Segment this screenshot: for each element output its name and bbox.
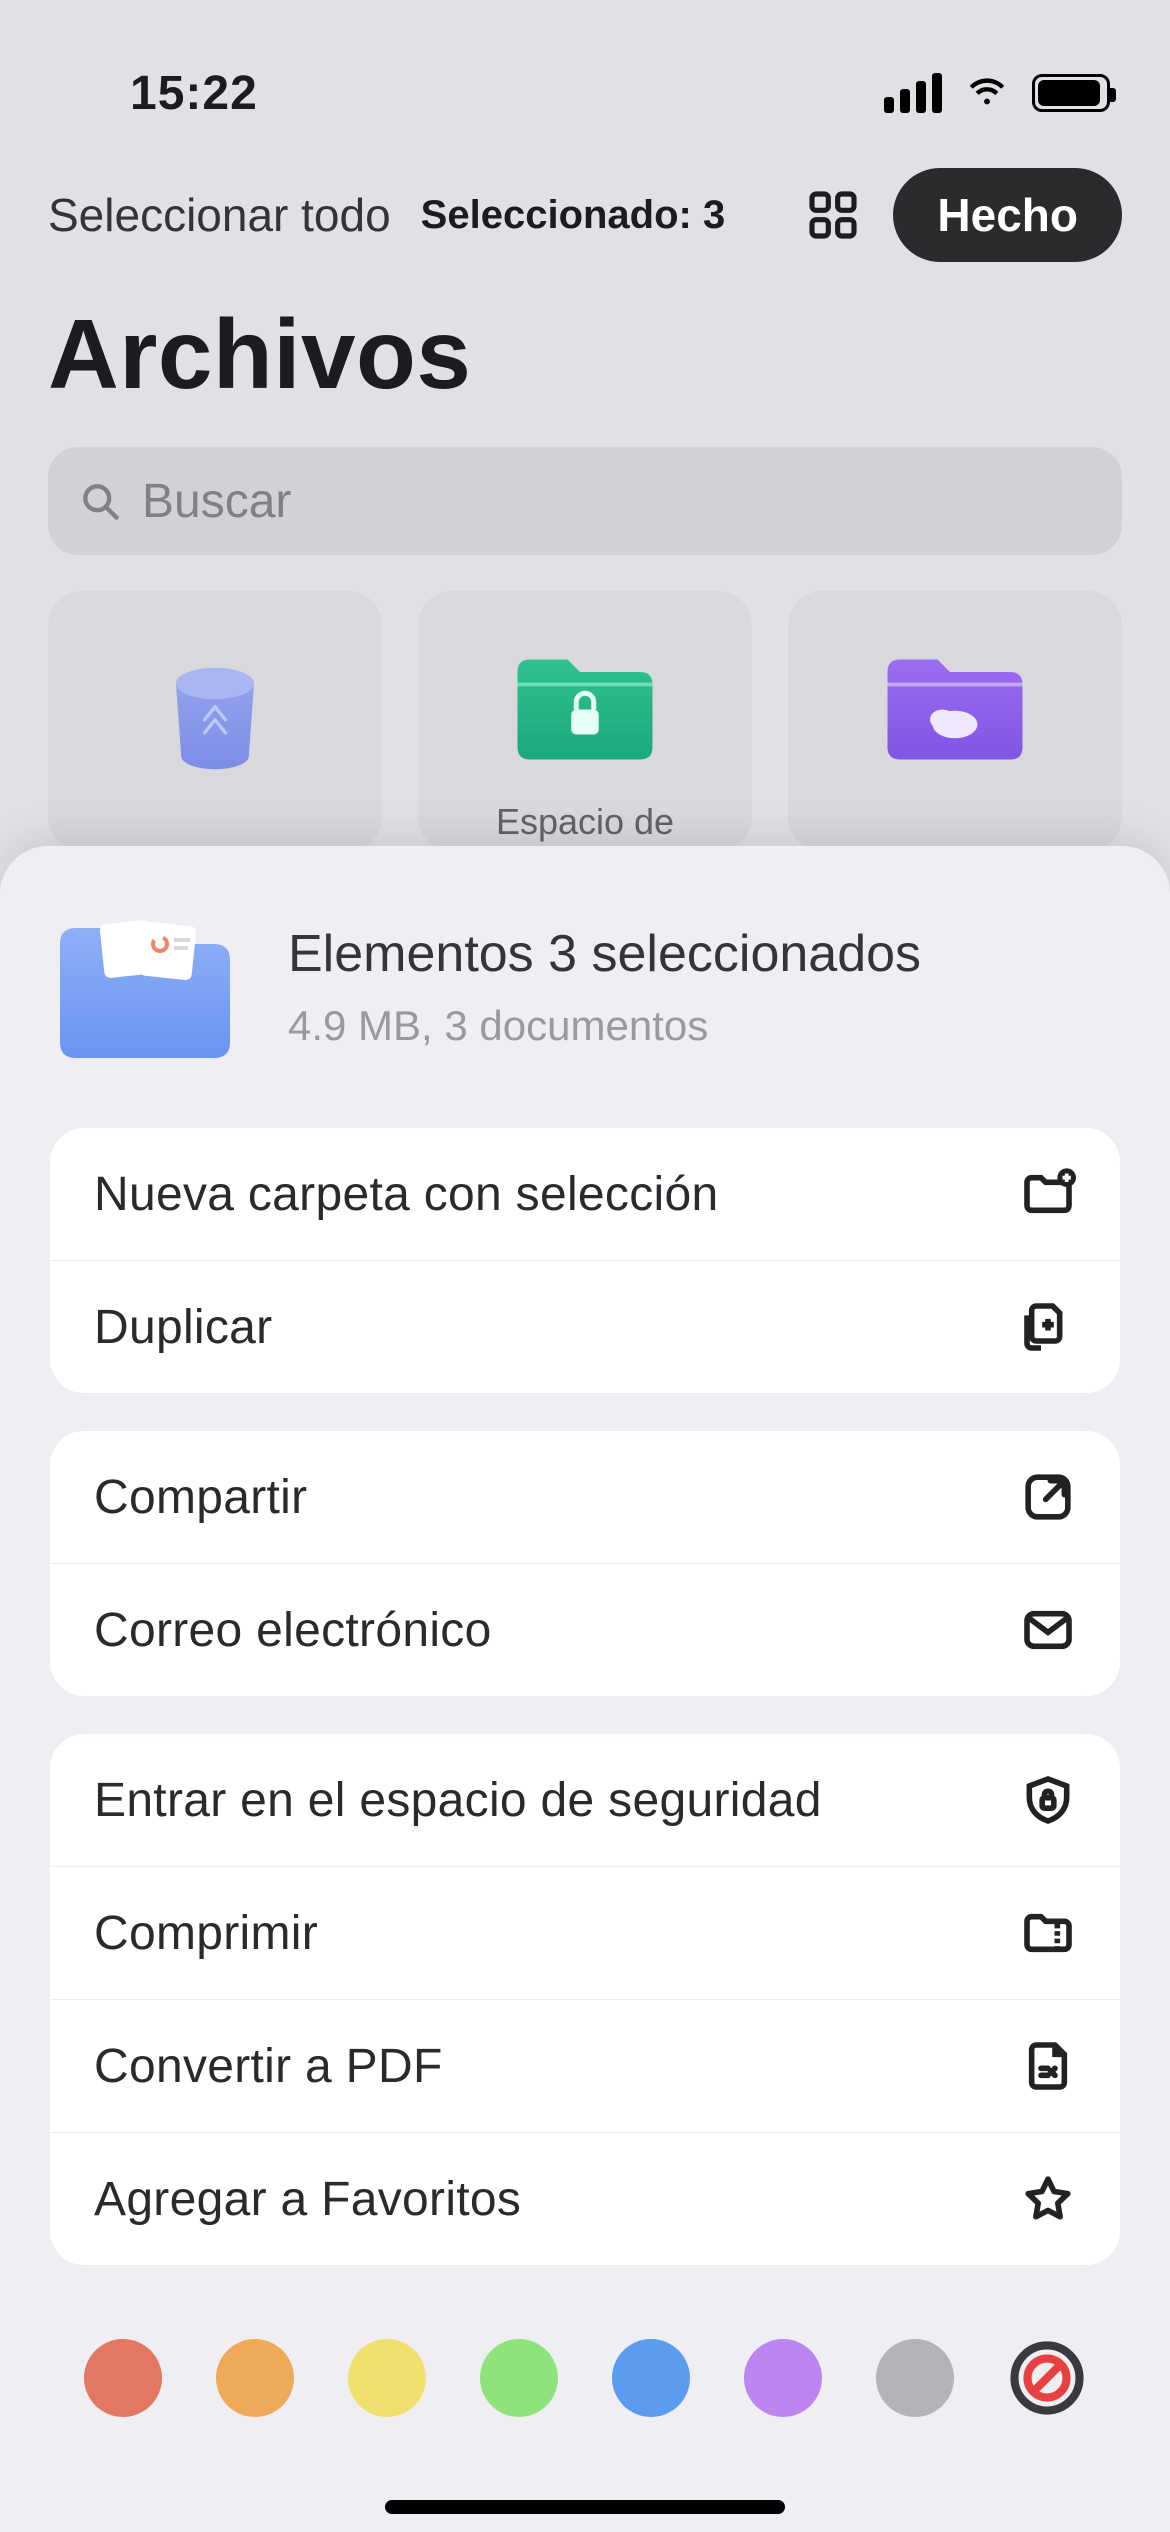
row-label: Duplicar [94,1300,272,1355]
tile-caption: Espacio de [496,801,674,843]
status-time: 15:22 [60,66,258,121]
share-icon [1020,1469,1076,1525]
shield-lock-icon [1020,1772,1076,1828]
selected-count-label: Seleccionado: 3 [421,193,726,238]
email-row[interactable]: Correo electrónico [50,1563,1120,1696]
sheet-title: Elementos 3 seleccionados [288,924,921,984]
select-all-button[interactable]: Seleccionar todo [48,188,391,242]
color-tag-red[interactable] [84,2339,162,2417]
row-label: Compartir [94,1470,307,1525]
selected-files-icon [50,902,240,1072]
page-title: Archivos [0,262,1170,435]
star-icon [1020,2171,1076,2227]
status-indicators [884,66,1110,120]
search-icon [78,479,122,523]
sheet-group-3: Entrar en el espacio de seguridad Compri… [50,1734,1120,2265]
trash-icon [150,647,280,777]
color-tag-purple[interactable] [744,2339,822,2417]
done-button[interactable]: Hecho [893,168,1122,262]
action-sheet: Elementos 3 seleccionados 4.9 MB, 3 docu… [0,846,1170,2532]
color-tags-row [50,2303,1120,2461]
row-label: Comprimir [94,1906,318,1961]
new-folder-with-selection-row[interactable]: Nueva carpeta con selección [50,1128,1120,1260]
color-tag-grey[interactable] [876,2339,954,2417]
row-label: Correo electrónico [94,1603,492,1658]
cellular-signal-icon [884,73,942,113]
convert-pdf-icon [1020,2038,1076,2094]
convert-pdf-row[interactable]: Convertir a PDF [50,1999,1120,2132]
duplicate-row[interactable]: Duplicar [50,1260,1120,1393]
home-indicator[interactable] [385,2500,785,2514]
color-tag-orange[interactable] [216,2339,294,2417]
cloud-folder-icon [880,647,1030,767]
sheet-group-1: Nueva carpeta con selección Duplicar [50,1128,1120,1393]
color-tag-blue[interactable] [612,2339,690,2417]
battery-icon [1032,74,1110,112]
color-tag-green[interactable] [480,2339,558,2417]
secure-folder-tile[interactable]: Espacio de [418,591,752,851]
view-grid-button[interactable] [803,185,863,245]
share-row[interactable]: Compartir [50,1431,1120,1563]
folder-tiles: Espacio de [0,591,1170,851]
row-label: Agregar a Favoritos [94,2172,521,2227]
email-icon [1020,1602,1076,1658]
color-tag-none[interactable] [1008,2339,1086,2417]
secure-folder-icon [510,647,660,767]
toolbar: Seleccionar todo Seleccionado: 3 Hecho [0,150,1170,262]
search-input[interactable] [142,474,1092,529]
status-bar: 15:22 [0,0,1170,150]
sheet-group-2: Compartir Correo electrónico [50,1431,1120,1696]
sheet-subtitle: 4.9 MB, 3 documentos [288,1002,921,1050]
add-favorite-row[interactable]: Agregar a Favoritos [50,2132,1120,2265]
compress-icon [1020,1905,1076,1961]
row-label: Nueva carpeta con selección [94,1167,718,1222]
enter-secure-space-row[interactable]: Entrar en el espacio de seguridad [50,1734,1120,1866]
cloud-folder-tile[interactable] [788,591,1122,851]
compress-row[interactable]: Comprimir [50,1866,1120,1999]
color-tag-yellow[interactable] [348,2339,426,2417]
trash-tile[interactable] [48,591,382,851]
row-label: Entrar en el espacio de seguridad [94,1773,822,1828]
search-field[interactable] [48,447,1122,555]
wifi-icon [964,66,1010,120]
sheet-header: Elementos 3 seleccionados 4.9 MB, 3 docu… [50,902,1120,1072]
row-label: Convertir a PDF [94,2039,443,2094]
new-folder-icon [1020,1166,1076,1222]
duplicate-icon [1020,1299,1076,1355]
